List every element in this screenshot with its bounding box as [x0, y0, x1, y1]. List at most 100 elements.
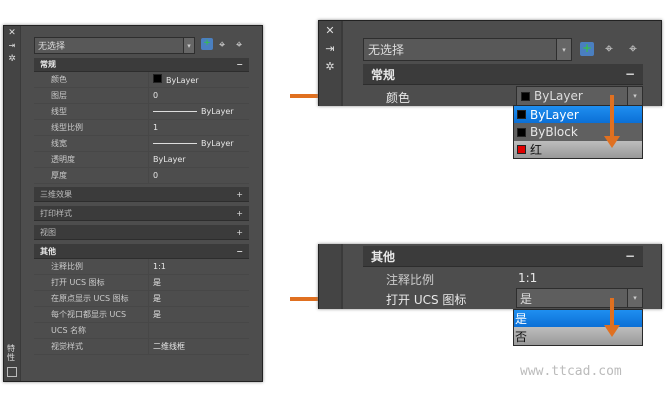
property-value[interactable]: 是: [149, 293, 249, 304]
property-value: 1:1: [518, 271, 538, 285]
option-red[interactable]: 红: [514, 141, 642, 158]
property-row[interactable]: 在原点显示 UCS 图标是: [34, 290, 249, 307]
property-label: 注释比例: [386, 273, 435, 287]
color-dropdown[interactable]: ByLayer ▾: [516, 86, 643, 106]
color-dropdown-value: ByLayer: [534, 89, 583, 103]
collapse-toggle[interactable]: −: [625, 67, 635, 81]
selection-combo[interactable]: 无选择 ▾: [363, 38, 572, 61]
expand-toggle[interactable]: +: [236, 228, 243, 237]
selection-combo-value: 无选择: [38, 42, 66, 52]
collapse-toggle[interactable]: −: [236, 60, 243, 69]
section-header-general[interactable]: 常规 −: [363, 64, 643, 85]
value-text: 是: [153, 278, 161, 287]
property-row[interactable]: 图层 0: [34, 87, 249, 104]
close-icon[interactable]: ✕: [319, 24, 341, 37]
property-label: 每个视口都显示 UCS: [34, 306, 149, 323]
autohide-icon[interactable]: ⇥: [4, 41, 20, 50]
select-objects-icon[interactable]: ⌖: [219, 38, 225, 52]
value-text: 是: [153, 310, 161, 319]
property-value[interactable]: 0: [149, 171, 249, 180]
value-text: 0: [153, 91, 159, 100]
option-bylayer[interactable]: ByLayer: [514, 106, 642, 123]
chevron-down-icon[interactable]: ▾: [627, 87, 642, 105]
property-value[interactable]: 是: [149, 277, 249, 288]
section-title: 视图: [40, 227, 56, 237]
property-value[interactable]: ByLayer: [149, 139, 249, 148]
property-value[interactable]: 是: [149, 309, 249, 320]
toggle-pickadd-icon[interactable]: +: [201, 38, 213, 50]
palette-icon[interactable]: [7, 367, 17, 377]
section-header-view[interactable]: 视图 +: [34, 225, 249, 240]
option-label: 否: [515, 329, 528, 344]
expand-toggle[interactable]: +: [236, 209, 243, 218]
quick-select-icon[interactable]: ⌖: [236, 38, 242, 52]
section-title: 打印样式: [40, 208, 72, 218]
collapse-toggle[interactable]: −: [625, 249, 635, 263]
color-swatch: [517, 110, 526, 119]
linetype-preview: [153, 143, 197, 144]
property-value[interactable]: 0: [149, 91, 249, 100]
settings-icon[interactable]: ✲: [319, 60, 341, 73]
property-label: 打开 UCS 图标: [386, 293, 467, 307]
property-value[interactable]: ByLayer: [149, 107, 249, 116]
property-value[interactable]: 1:1: [149, 262, 249, 271]
section-header-misc[interactable]: 其他 −: [34, 244, 249, 259]
section-header-general[interactable]: 常规 −: [34, 58, 249, 72]
color-swatch: [517, 145, 526, 154]
property-value[interactable]: 1: [149, 123, 249, 132]
property-row[interactable]: 注释比例 1:1: [34, 258, 249, 275]
arrow-down-shaft: [610, 298, 614, 326]
settings-icon[interactable]: ✲: [4, 54, 20, 64]
property-value[interactable]: 二维线框: [149, 341, 249, 352]
property-row[interactable]: 线型 ByLayer: [34, 103, 249, 120]
section-title: 常规: [40, 60, 56, 69]
property-row[interactable]: 线型比例 1: [34, 119, 249, 136]
property-row[interactable]: 厚度 0: [34, 167, 249, 184]
property-label: 线型比例: [34, 119, 149, 136]
option-label: 是: [515, 312, 528, 326]
section-header-misc[interactable]: 其他 −: [363, 246, 643, 267]
option-label: ByLayer: [530, 107, 579, 122]
section-title: 常规: [371, 67, 396, 82]
expand-toggle[interactable]: +: [236, 190, 243, 199]
chevron-down-icon[interactable]: ▾: [627, 289, 642, 307]
selection-combo[interactable]: 无选择 ▾: [34, 37, 195, 54]
option-yes[interactable]: 是: [514, 310, 642, 327]
property-value[interactable]: ByLayer: [149, 155, 249, 164]
property-label: 打开 UCS 图标: [34, 274, 149, 291]
property-row[interactable]: 透明度 ByLayer: [34, 151, 249, 168]
option-no[interactable]: 否: [514, 327, 642, 345]
select-objects-icon[interactable]: ⌖: [605, 41, 613, 57]
collapse-toggle[interactable]: −: [236, 247, 243, 256]
section-header-3d-effects[interactable]: 三维效果 +: [34, 187, 249, 202]
property-value[interactable]: ByLayer: [149, 74, 249, 85]
property-row[interactable]: 每个视口都显示 UCS 是: [34, 306, 249, 323]
color-swatch: [521, 91, 530, 101]
property-label: 注释比例: [34, 258, 149, 275]
value-text: 二维线框: [153, 342, 185, 351]
property-row[interactable]: 颜色 ByLayer: [34, 71, 249, 88]
section-header-plot-style[interactable]: 打印样式 +: [34, 206, 249, 221]
chevron-down-icon[interactable]: ▾: [183, 38, 194, 53]
value-text: 1:1: [153, 262, 166, 271]
palette-body: 无选择 ▾ + ⌖ ⌖ 常规 − 颜色 ByLayer 图层 0 线型 ByLayer 线型比例…: [21, 26, 262, 381]
arrow-down-shaft: [610, 95, 614, 137]
property-row[interactable]: 打开 UCS 图标是: [34, 274, 249, 291]
option-byblock[interactable]: ByBlock: [514, 123, 642, 141]
chevron-down-icon[interactable]: ▾: [556, 39, 571, 60]
autohide-icon[interactable]: ⇥: [319, 42, 341, 55]
arrow-down-head: [604, 325, 620, 337]
quick-select-icon[interactable]: ⌖: [629, 41, 637, 57]
value-text: ByLayer: [166, 76, 199, 85]
color-swatch: [517, 127, 526, 137]
palette-sidebar: ✕ ⇥ ✲ 特性: [4, 26, 20, 381]
property-row[interactable]: 线宽 ByLayer: [34, 135, 249, 152]
ucs-icon-dropdown[interactable]: 是 ▾: [516, 288, 643, 308]
property-row[interactable]: 视觉样式 二维线框: [34, 338, 249, 355]
value-text: ByLayer: [153, 155, 186, 164]
properties-palette: ✕ ⇥ ✲ 特性 无选择 ▾ + ⌖ ⌖ 常规 − 颜色 ByLayer 图层 0 线型 By…: [3, 25, 263, 382]
close-icon[interactable]: ✕: [4, 28, 20, 38]
toggle-pickadd-icon[interactable]: +: [580, 42, 594, 56]
vertical-tab-title[interactable]: 特性: [7, 344, 17, 362]
property-row[interactable]: UCS 名称: [34, 322, 249, 339]
